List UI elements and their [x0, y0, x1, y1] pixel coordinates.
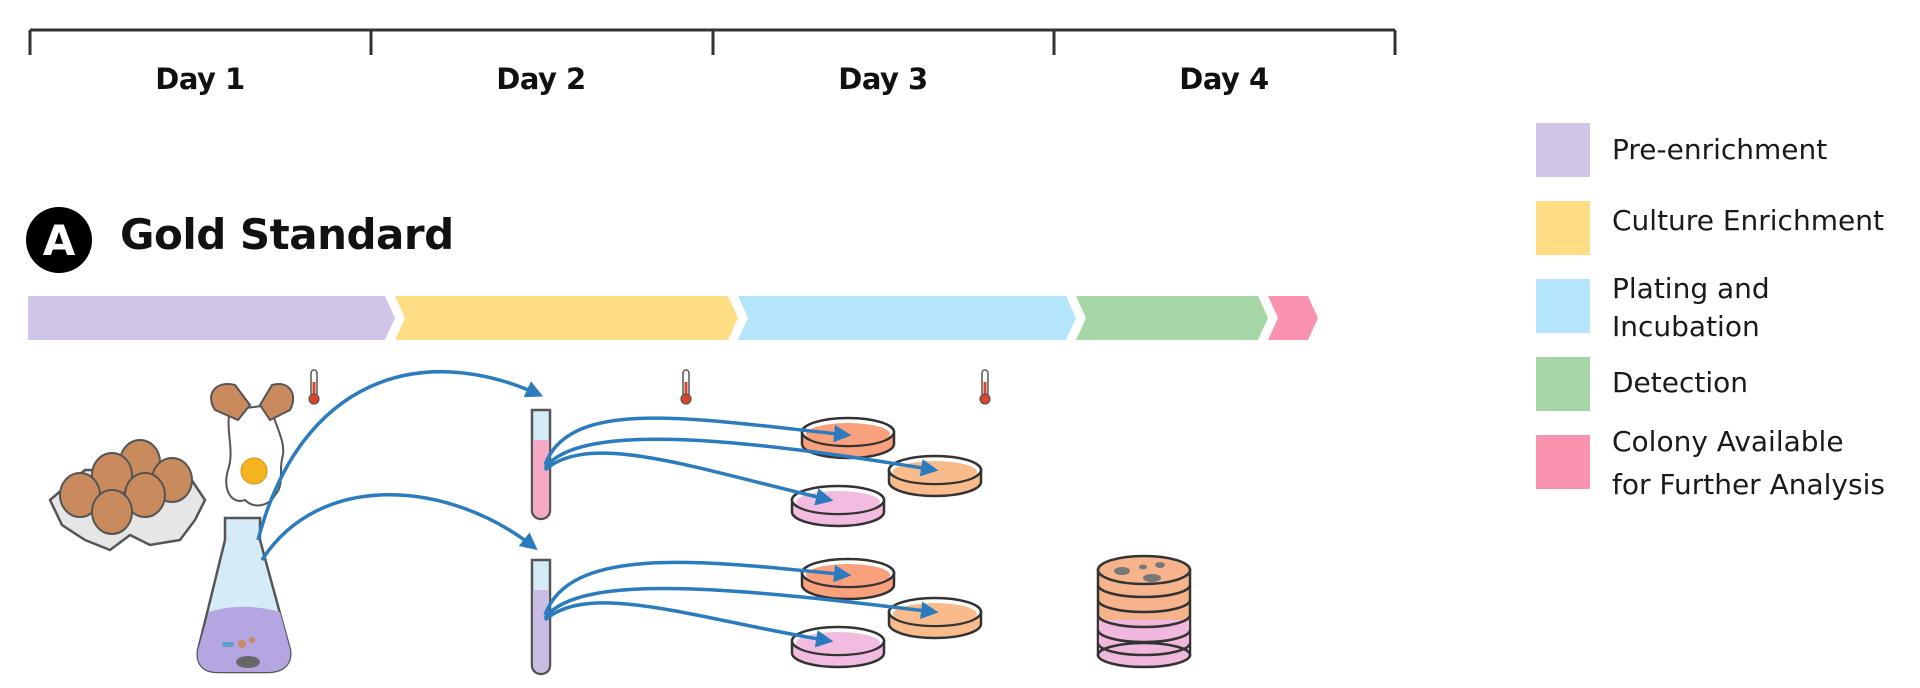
- panel-badge: A: [26, 207, 92, 273]
- day-label: Day 3: [838, 62, 928, 96]
- petri-dish-icon: [800, 557, 896, 601]
- transfer-arrow: [256, 369, 544, 541]
- petri-dish-icon: [887, 596, 983, 640]
- stage-chevron-detection: [1076, 296, 1268, 340]
- stage-chevron-colony-available-for-further-analysis: [1268, 296, 1318, 340]
- legend-label-culture-enrichment: Culture Enrichment: [1612, 204, 1884, 237]
- thermometer-icon: [979, 369, 991, 405]
- legend-label-plating-incubation: Plating and Incubation: [1612, 270, 1770, 346]
- stage-chevron-plating-and-incubation: [738, 296, 1076, 340]
- thermometer-icon: [308, 369, 320, 405]
- legend-swatch-culture-enrichment: [1536, 201, 1590, 255]
- legend-swatch-detection: [1536, 357, 1590, 411]
- transfer-arrow: [543, 601, 834, 648]
- stage-chevron-pre-enrichment: [28, 296, 395, 340]
- petri-dish-icon: [790, 625, 886, 669]
- petri-dish-icon: [887, 454, 983, 498]
- legend-swatch-colony-available: [1536, 435, 1590, 489]
- legend-label-line: Plating and: [1612, 272, 1770, 305]
- thermometer-icon: [680, 369, 692, 405]
- legend-label-line: Colony Available: [1612, 425, 1844, 458]
- petri-dishes: [790, 416, 983, 669]
- egg-carton-icon: [48, 439, 207, 552]
- panel-title: Gold Standard: [120, 210, 454, 259]
- legend-label-pre-enrichment: Pre-enrichment: [1612, 133, 1828, 166]
- day-label: Day 1: [155, 62, 245, 96]
- legend-label-colony-available: Colony Available for Further Analysis: [1612, 423, 1885, 504]
- transfer-arrow: [543, 451, 834, 506]
- petri-dish-icon: [790, 484, 886, 528]
- legend-label-detection: Detection: [1612, 366, 1749, 399]
- legend-swatch-pre-enrichment: [1536, 123, 1590, 177]
- stage-chevron-culture-enrichment: [395, 296, 738, 340]
- day-label: Day 2: [496, 62, 586, 96]
- plate-stack-icon: [1096, 554, 1192, 669]
- day-label: Day 4: [1179, 62, 1269, 96]
- cracked-egg-icon: [210, 383, 295, 507]
- legend-swatch-plating-incubation: [1536, 279, 1590, 333]
- timeline-bracket: [28, 28, 1397, 55]
- legend-label-line: Incubation: [1612, 310, 1760, 343]
- stage-bar: [28, 296, 1318, 340]
- legend-label-line: for Further Analysis: [1612, 468, 1885, 501]
- transfer-arrow: [260, 493, 538, 561]
